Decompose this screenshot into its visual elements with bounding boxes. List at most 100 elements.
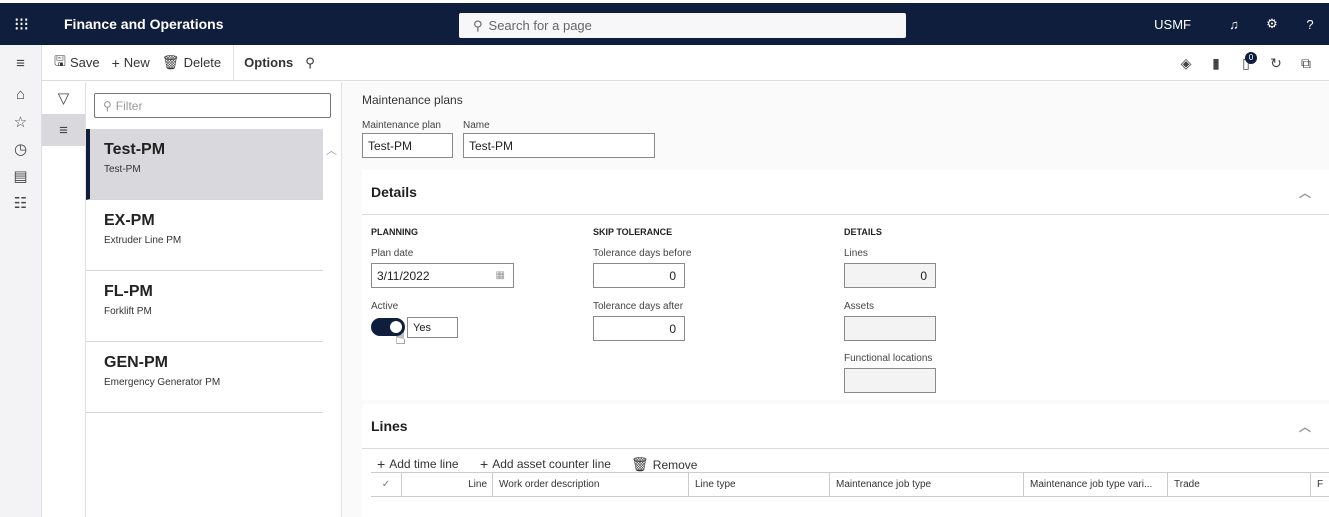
filter-icon[interactable]: ▽ bbox=[42, 82, 85, 114]
plan-list: Test-PM Test-PM EX-PM Extruder Line PM F… bbox=[86, 129, 323, 413]
planning-heading: PLANNING bbox=[371, 227, 418, 237]
column-header-maintenance-job-type[interactable]: Maintenance job type bbox=[830, 473, 1024, 496]
modules-icon[interactable]: ☷ bbox=[0, 189, 41, 216]
search-placeholder: Search for a page bbox=[488, 18, 592, 33]
filter-input[interactable]: ⚲ Filter bbox=[94, 93, 331, 118]
item-code: EX-PM bbox=[104, 212, 155, 229]
top-bar: ⁝⁝⁝ Finance and Operations ⚲ Search for … bbox=[0, 0, 1329, 45]
notification-badge: 0 bbox=[1245, 51, 1257, 64]
filter-search-icon: ⚲ bbox=[103, 98, 112, 113]
app-launcher-icon[interactable]: ⁝⁝⁝ bbox=[0, 14, 42, 35]
list-item[interactable]: GEN-PM Emergency Generator PM bbox=[86, 342, 323, 413]
save-icon: 🖫 bbox=[54, 52, 66, 69]
tolerance-before-label: Tolerance days before bbox=[593, 248, 692, 259]
company-selector[interactable]: USMF bbox=[1154, 17, 1191, 32]
column-header-truncated[interactable]: F bbox=[1311, 473, 1329, 496]
list-item[interactable]: Test-PM Test-PM bbox=[86, 129, 323, 200]
active-value: Yes bbox=[407, 317, 458, 338]
item-code: FL-PM bbox=[104, 283, 153, 300]
column-header-maintenance-job-type-variant[interactable]: Maintenance job type vari... bbox=[1024, 473, 1168, 496]
hand-cursor-icon: ☝ bbox=[395, 328, 406, 348]
details-group-heading: DETAILS bbox=[844, 227, 882, 237]
name-label: Name bbox=[463, 120, 490, 131]
add-time-line-button[interactable]: + Add time line bbox=[377, 456, 459, 472]
item-description: Extruder Line PM bbox=[104, 235, 182, 246]
filter-placeholder: Filter bbox=[115, 98, 143, 113]
tolerance-before-field[interactable]: 0 bbox=[593, 263, 685, 288]
workspaces-icon[interactable]: ▤ bbox=[0, 162, 41, 189]
list-pane-tools: ▽ ≡ bbox=[42, 82, 86, 517]
item-description: Emergency Generator PM bbox=[104, 377, 221, 388]
new-button[interactable]: + New bbox=[112, 55, 150, 71]
plan-date-value: 3/11/2022 bbox=[377, 268, 430, 283]
options-button[interactable]: Options bbox=[233, 44, 293, 81]
name-field[interactable]: Test-PM bbox=[463, 133, 655, 158]
calendar-icon[interactable]: ▦ bbox=[496, 270, 505, 281]
grid-header: ✓ Line Work order description Line type … bbox=[371, 473, 1329, 497]
plus-icon: + bbox=[111, 54, 120, 71]
save-button[interactable]: 🖫 Save bbox=[54, 51, 100, 75]
details-section: Details ︿ PLANNING Plan date 3/11/2022 ▦… bbox=[362, 170, 1329, 400]
add-time-line-label: Add time line bbox=[389, 457, 459, 471]
save-label: Save bbox=[69, 55, 100, 70]
open-new-window-icon[interactable]: ⧉ bbox=[1291, 55, 1321, 72]
item-code: Test-PM bbox=[104, 141, 166, 158]
maintenance-plan-label: Maintenance plan bbox=[362, 120, 441, 131]
action-search-icon[interactable]: ⚲ bbox=[305, 55, 315, 71]
plan-date-field[interactable]: 3/11/2022 ▦ bbox=[371, 263, 514, 288]
plus-icon: + bbox=[480, 456, 489, 472]
functional-locations-field bbox=[844, 368, 936, 393]
lines-title: Lines bbox=[371, 418, 408, 434]
office-icon[interactable]: ▮ bbox=[1201, 55, 1231, 72]
plus-icon: + bbox=[377, 456, 386, 472]
attachments-icon[interactable]: ▯ 0 bbox=[1231, 51, 1261, 72]
list-pane: ⚲ Filter Test-PM Test-PM EX-PM Extruder … bbox=[86, 82, 342, 517]
details-header[interactable]: Details ︿ bbox=[362, 170, 1329, 215]
gear-icon[interactable]: ⚙ bbox=[1253, 16, 1291, 32]
trash-icon: 🗑 bbox=[161, 54, 180, 70]
column-header-line[interactable]: Line bbox=[402, 473, 493, 496]
action-bar: 🖫 Save + New 🗑 Delete Options ⚲ ◈ ▮ ▯ 0 ↻… bbox=[42, 44, 1329, 81]
search-input[interactable]: ⚲ Search for a page bbox=[459, 13, 906, 38]
plan-date-label: Plan date bbox=[371, 248, 414, 259]
recent-icon[interactable]: ◷ bbox=[0, 135, 41, 162]
tolerance-after-field[interactable]: 0 bbox=[593, 316, 685, 341]
select-all-checkbox[interactable]: ✓ bbox=[371, 473, 402, 496]
remove-label: Remove bbox=[652, 457, 698, 472]
lines-count-field: 0 bbox=[844, 263, 936, 288]
remove-button[interactable]: 🗑 Remove bbox=[631, 456, 697, 473]
collapse-chevron-icon[interactable]: ︿ bbox=[1299, 184, 1311, 201]
delete-button[interactable]: 🗑 Delete bbox=[162, 54, 221, 71]
delete-label: Delete bbox=[183, 55, 222, 70]
lines-count-label: Lines bbox=[844, 248, 868, 259]
left-navigation: ≡ ⌂ ☆ ◷ ▤ ☷ bbox=[0, 45, 42, 517]
favorites-icon[interactable]: ☆ bbox=[0, 108, 41, 135]
item-description: Test-PM bbox=[104, 164, 141, 175]
list-item[interactable]: EX-PM Extruder Line PM bbox=[86, 200, 323, 271]
help-icon[interactable]: ? bbox=[1291, 17, 1329, 32]
skip-tolerance-heading: SKIP TOLERANCE bbox=[593, 227, 673, 237]
hamburger-icon[interactable]: ≡ bbox=[0, 45, 41, 81]
maintenance-plan-field[interactable]: Test-PM bbox=[362, 133, 453, 158]
list-view-icon[interactable]: ≡ bbox=[42, 114, 85, 146]
assets-label: Assets bbox=[844, 301, 875, 312]
functional-locations-label: Functional locations bbox=[844, 353, 933, 364]
item-code: GEN-PM bbox=[104, 354, 168, 371]
lines-section: Lines ︿ + Add time line + Add asset coun… bbox=[362, 404, 1329, 517]
home-icon[interactable]: ⌂ bbox=[0, 81, 41, 108]
power-apps-icon[interactable]: ◈ bbox=[1171, 55, 1201, 72]
column-header-line-type[interactable]: Line type bbox=[689, 473, 830, 496]
trash-icon: 🗑 bbox=[631, 456, 649, 472]
column-header-trade[interactable]: Trade bbox=[1168, 473, 1311, 496]
add-asset-counter-line-button[interactable]: + Add asset counter line bbox=[480, 456, 611, 472]
lines-header[interactable]: Lines ︿ bbox=[362, 404, 1329, 449]
collapse-chevron-icon[interactable]: ︿ bbox=[1299, 418, 1311, 435]
column-header-work-order-description[interactable]: Work order description bbox=[493, 473, 689, 496]
refresh-icon[interactable]: ↻ bbox=[1261, 55, 1291, 72]
new-label: New bbox=[123, 55, 150, 70]
bell-icon[interactable]: ♫ bbox=[1215, 17, 1253, 32]
item-description: Forklift PM bbox=[104, 306, 152, 317]
scroll-up-icon[interactable]: ︿ bbox=[326, 142, 337, 158]
list-item[interactable]: FL-PM Forklift PM bbox=[86, 271, 323, 342]
assets-field bbox=[844, 316, 936, 341]
